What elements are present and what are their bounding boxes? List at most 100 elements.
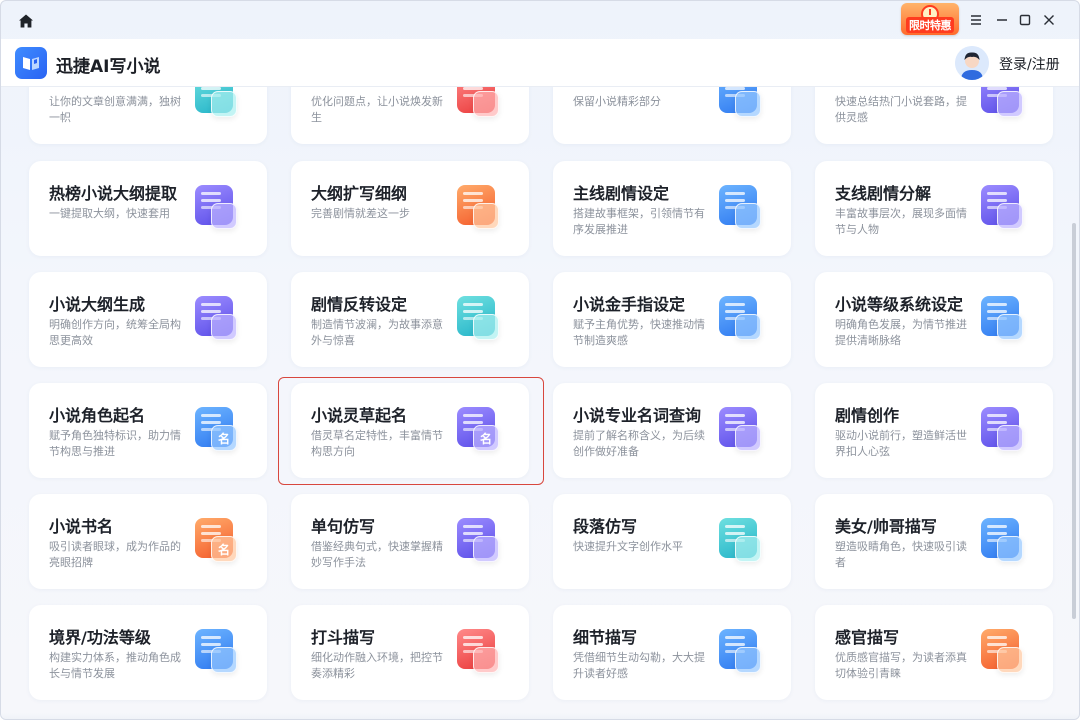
- app-logo-icon: [15, 47, 47, 79]
- headphone-doc-icon: [979, 183, 1029, 233]
- feature-card[interactable]: 小说灵草起名借灵草名定特性，丰富情节构思方向名: [291, 383, 529, 478]
- feature-card[interactable]: 剧情创作驱动小说前行，塑造鲜活世界扣人心弦: [815, 383, 1053, 478]
- feature-card-description: 优化问题点，让小说焕发新生: [311, 95, 443, 124]
- feature-card[interactable]: 小说书名 吸引读者眼球，成为作品的亮眼招牌名: [29, 494, 267, 589]
- lightbulb-icon: [193, 87, 243, 121]
- branch-doc-icon: [455, 294, 505, 344]
- feature-card-title: 美女/帅哥描写: [835, 517, 937, 536]
- feature-card[interactable]: 热榜小说大纲提取一键提取大纲，快速套用: [29, 161, 267, 256]
- feature-card-title: 剧情创作: [835, 406, 900, 425]
- checklist-icon: [455, 87, 505, 121]
- feature-card-description: 赋予主角优势，快速推动情节制造爽感: [573, 318, 705, 347]
- feature-card-title: 小说大纲生成: [49, 295, 146, 314]
- feature-card[interactable]: 主线剧情设定搭建故事框架，引领情节有序发展推进: [553, 161, 791, 256]
- promo-label: 限时特惠: [906, 17, 954, 33]
- feature-grid: 让你的文章创意满满，独树一帜 优化问题点，让小说焕发新生 保留小说精彩部分 快速总结热…: [1, 87, 1079, 719]
- feature-card-title: 单句仿写: [311, 517, 376, 536]
- feature-card-description: 让你的文章创意满满，独树一帜: [49, 95, 181, 124]
- feature-card[interactable]: 境界/功法等级 构建实力体系，推动角色成长与情节发展: [29, 605, 267, 700]
- feather-doc-icon: [979, 405, 1029, 455]
- compress-icon: [717, 87, 767, 121]
- book-name-icon: 名: [193, 516, 243, 566]
- flame-layers-icon: [193, 183, 243, 233]
- pointer-book-icon: [717, 294, 767, 344]
- feature-card[interactable]: 段落仿写 快速提升文字创作水平: [553, 494, 791, 589]
- feature-card-description: 塑造吸睛角色，快速吸引读者: [835, 540, 967, 569]
- feature-card-title: 主线剧情设定: [573, 184, 670, 203]
- leaf-name-icon: 名: [455, 405, 505, 455]
- feature-card-title: 小说灵草起名: [311, 406, 408, 425]
- user-avatar[interactable]: [955, 46, 989, 80]
- feature-card-title: 小说金手指设定: [573, 295, 686, 314]
- atom-edit-icon: [717, 627, 767, 677]
- feature-card-description: 制造情节波澜，为故事添意外与惊喜: [311, 318, 443, 347]
- feature-card-title: 小说专业名词查询: [573, 406, 702, 425]
- feature-card-description: 明确角色发展，为情节推进提供清晰脉络: [835, 318, 967, 347]
- close-icon[interactable]: [1038, 9, 1060, 31]
- title-bar: 限时特惠: [1, 1, 1079, 39]
- feature-card-description: 丰富故事层次，展现多面情节与人物: [835, 207, 967, 236]
- feature-card-description: 快速总结热门小说套路，提供灵感: [835, 95, 967, 124]
- feature-card-title: 小说等级系统设定: [835, 295, 964, 314]
- feature-card-description: 赋予角色独特标识，助力情节构思与推进: [49, 429, 181, 458]
- feature-card[interactable]: 细节描写凭借细节生动勾勒，大大提升读者好感: [553, 605, 791, 700]
- feature-card[interactable]: 打斗描写 细化动作融入环境，把控节奏添精彩: [291, 605, 529, 700]
- feature-card-description: 细化动作融入环境，把控节奏添精彩: [311, 651, 443, 680]
- feature-card[interactable]: 小说角色起名赋予角色独特标识，助力情节构思与推进名: [29, 383, 267, 478]
- feature-card-description: 驱动小说前行，塑造鲜活世界扣人心弦: [835, 429, 967, 458]
- lips-edit-icon: [979, 627, 1029, 677]
- feature-card[interactable]: 小说金手指设定赋予主角优势，快速推动情节制造爽感: [553, 272, 791, 367]
- feature-card[interactable]: 单句仿写借鉴经典句式，快速掌握精妙写作手法: [291, 494, 529, 589]
- edit-paragraph-icon: [717, 516, 767, 566]
- app-header: 迅捷AI写小说 登录/注册: [1, 39, 1079, 87]
- feature-card-title: 热榜小说大纲提取: [49, 184, 178, 203]
- login-register-link[interactable]: 登录/注册: [999, 54, 1060, 74]
- edit-doc-icon: [455, 516, 505, 566]
- feature-card[interactable]: 小说大纲生成 明确创作方向，统筹全局构思更高效: [29, 272, 267, 367]
- feature-card-description: 优质感官描写，为读者添真切体验引青睐: [835, 651, 967, 680]
- feature-card-title: 细节描写: [573, 628, 638, 647]
- feature-card-title: 小说角色起名: [49, 406, 146, 425]
- app-window: 限时特惠 迅捷AI写小说 登录/注册 让你的文章创意满满，独树一帜 优化问题点，…: [0, 0, 1080, 720]
- feature-card-description: 提前了解名称含义，为后续创作做好准备: [573, 429, 705, 458]
- mask-name-icon: 名: [193, 405, 243, 455]
- feature-card-title: 小说书名: [49, 517, 114, 536]
- layers-icon: [979, 87, 1029, 121]
- fist-edit-icon: [455, 627, 505, 677]
- feature-card[interactable]: 保留小说精彩部分: [553, 87, 791, 144]
- maximize-icon[interactable]: [1014, 9, 1036, 31]
- app-title: 迅捷AI写小说: [56, 57, 161, 77]
- star-gear-icon: [979, 294, 1029, 344]
- vertical-scrollbar[interactable]: [1072, 223, 1076, 619]
- feature-card[interactable]: 支线剧情分解丰富故事层次，展现多面情节与人物: [815, 161, 1053, 256]
- hamburger-icon[interactable]: [965, 9, 987, 31]
- feature-card[interactable]: 快速总结热门小说套路，提供灵感: [815, 87, 1053, 144]
- feature-card-description: 一键提取大纲，快速套用: [49, 207, 170, 220]
- feature-card[interactable]: 小说等级系统设定明确角色发展，为情节推进提供清晰脉络: [815, 272, 1053, 367]
- gear-doc-icon: [717, 183, 767, 233]
- minimize-icon[interactable]: [991, 9, 1013, 31]
- feature-card-title: 段落仿写: [573, 517, 638, 536]
- feature-card-description: 借鉴经典句式，快速掌握精妙写作手法: [311, 540, 443, 569]
- feature-card-description: 搭建故事框架，引领情节有序发展推进: [573, 207, 705, 236]
- home-icon[interactable]: [16, 11, 36, 31]
- feature-card[interactable]: 小说专业名词查询提前了解名称含义，为后续创作做好准备: [553, 383, 791, 478]
- promo-badge[interactable]: 限时特惠: [901, 3, 959, 35]
- feature-card-title: 大纲扩写细纲: [311, 184, 408, 203]
- feature-card[interactable]: 剧情反转设定 制造情节波澜，为故事添意外与惊喜: [291, 272, 529, 367]
- search-book-icon: [717, 405, 767, 455]
- feature-card-description: 构建实力体系，推动角色成长与情节发展: [49, 651, 181, 680]
- feature-card[interactable]: 感官描写优质感官描写，为读者添真切体验引青睐: [815, 605, 1053, 700]
- feature-card[interactable]: 美女/帅哥描写塑造吸睛角色，快速吸引读者: [815, 494, 1053, 589]
- feature-card[interactable]: 让你的文章创意满满，独树一帜: [29, 87, 267, 144]
- feature-card-title: 感官描写: [835, 628, 900, 647]
- feature-card-description: 借灵草名定特性，丰富情节构思方向: [311, 429, 443, 458]
- feature-card-description: 凭借细节生动勾勒，大大提升读者好感: [573, 651, 705, 680]
- feature-card-title: 支线剧情分解: [835, 184, 932, 203]
- scroll-fade: [1, 713, 1079, 719]
- feature-card[interactable]: 优化问题点，让小说焕发新生: [291, 87, 529, 144]
- face-edit-icon: [979, 516, 1029, 566]
- feature-card-description: 完善剧情就差这一步: [311, 207, 410, 220]
- feature-card-description: 保留小说精彩部分: [573, 95, 661, 108]
- feature-card[interactable]: 大纲扩写细纲完善剧情就差这一步: [291, 161, 529, 256]
